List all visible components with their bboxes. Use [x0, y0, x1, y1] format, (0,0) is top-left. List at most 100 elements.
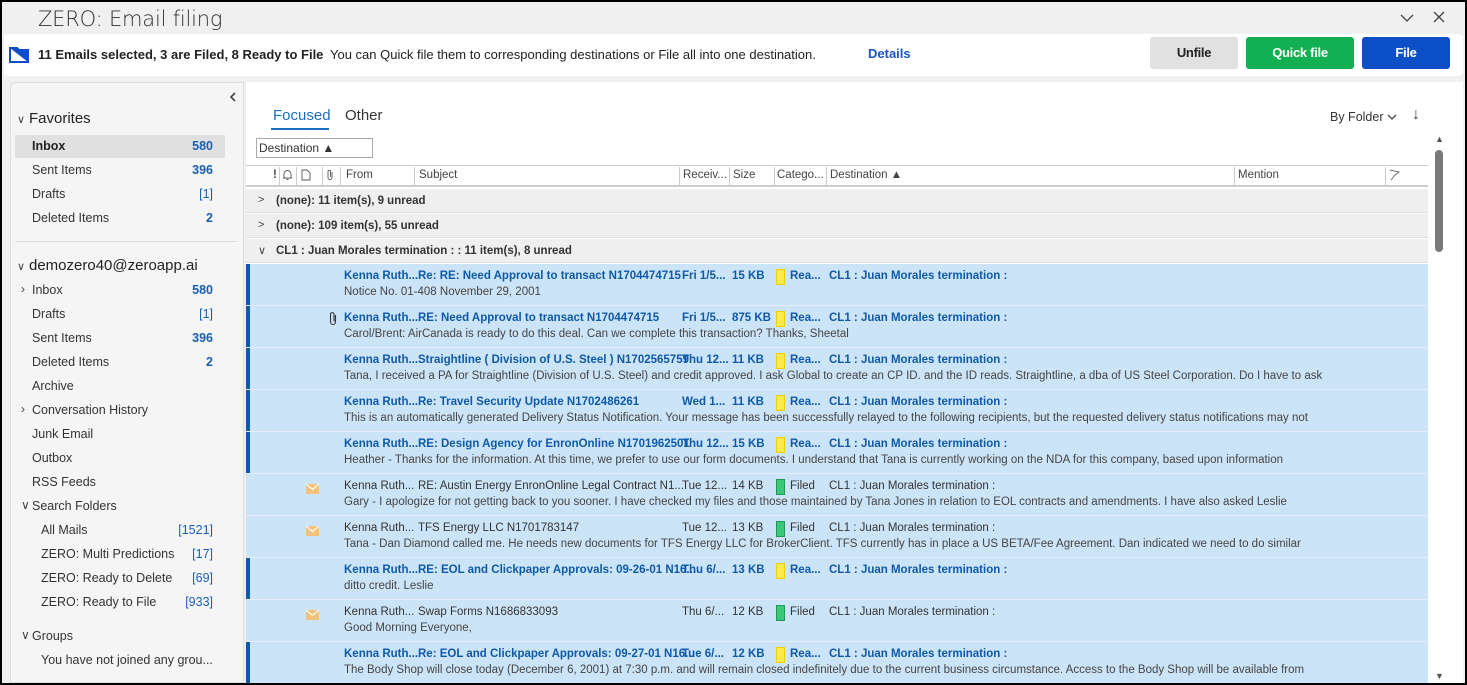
email-row[interactable]: Kenna Ruth... Swap Forms N1686833093 Thu… [246, 600, 1428, 642]
paperclip-icon[interactable] [326, 169, 334, 184]
scrollbar[interactable]: ▲ ▼ [1433, 134, 1445, 683]
sidebar-item-all-mails[interactable]: All Mails [1521] [15, 519, 225, 542]
chevron-right-icon[interactable]: > [258, 219, 264, 231]
file-button[interactable]: File [1362, 37, 1450, 69]
email-subject: Straightline ( Division of U.S. Steel ) … [418, 354, 689, 366]
chevron-down-icon: ∨ [17, 114, 26, 126]
sidebar-item-favorites-sent[interactable]: Sent Items 396 [15, 159, 225, 182]
favorites-header[interactable]: ∨ Favorites [17, 110, 91, 127]
group-row[interactable]: ∨ CL1 : Juan Morales termination : : 11 … [246, 239, 1428, 263]
email-preview: ditto credit. Leslie [344, 580, 434, 592]
sidebar-item-drafts[interactable]: Drafts [1] [15, 303, 225, 326]
email-row[interactable]: Kenna Ruth... Re: EOL and Clickpaper App… [246, 642, 1428, 683]
sidebar-item-conversation-history[interactable]: › Conversation History [15, 399, 225, 422]
email-row[interactable]: Kenna Ruth... TFS Energy LLC N1701783147… [246, 516, 1428, 558]
email-size: 11 KB [732, 354, 764, 366]
email-row[interactable]: Kenna Ruth... Straightline ( Division of… [246, 348, 1428, 390]
email-row[interactable]: Kenna Ruth... Re: Travel Security Update… [246, 390, 1428, 432]
scrollbar-thumb[interactable] [1435, 150, 1443, 252]
sidebar-item-favorites-inbox[interactable]: Inbox 580 [15, 135, 225, 158]
email-row[interactable]: Kenna Ruth... Re: RE: Need Approval to t… [246, 264, 1428, 306]
email-destination: CL1 : Juan Morales termination : [829, 480, 996, 492]
scroll-up-arrow-icon[interactable]: ▲ [1435, 134, 1444, 144]
chevron-left-icon[interactable] [229, 90, 236, 105]
quick-file-button[interactable]: Quick file [1246, 37, 1354, 69]
search-folders-header[interactable]: ∨ Search Folders [15, 495, 225, 518]
email-size: 12 KB [732, 606, 764, 618]
column-separator [729, 167, 730, 185]
sidebar-item-ready-to-delete[interactable]: ZERO: Ready to Delete [69] [15, 567, 225, 590]
sidebar-item-rss-feeds[interactable]: RSS Feeds [15, 471, 225, 494]
sidebar-item-outbox[interactable]: Outbox [15, 447, 225, 470]
subject-column[interactable]: Subject [419, 169, 457, 181]
email-received: Tue 12... [682, 522, 727, 534]
email-preview: Carol/Brent: AirCanada is ready to do th… [344, 328, 849, 340]
email-row[interactable]: Kenna Ruth... RE: Need Approval to trans… [246, 306, 1428, 348]
destination-column[interactable]: Destination ▲ [830, 169, 902, 181]
chevron-down-icon[interactable]: ∨ [258, 244, 266, 257]
category-color-swatch [776, 479, 785, 495]
sidebar-item-deleted-items[interactable]: Deleted Items 2 [15, 351, 225, 374]
email-row[interactable]: Kenna Ruth... RE: Design Agency for Enro… [246, 432, 1428, 474]
email-destination: CL1 : Juan Morales termination : [829, 564, 1008, 576]
email-category: Rea... [790, 396, 821, 408]
chevron-down-icon[interactable] [1398, 10, 1416, 28]
email-size: 15 KB [732, 270, 765, 282]
mention-column[interactable]: Mention [1238, 169, 1279, 181]
sidebar-item-favorites-drafts[interactable]: Drafts [1] [15, 183, 225, 206]
chevron-down-icon [1387, 110, 1397, 124]
email-from: Kenna Ruth... [344, 396, 419, 408]
email-destination: CL1 : Juan Morales termination : [829, 396, 1008, 408]
email-received: Thu 12... [682, 354, 729, 366]
sidebar-item-junk-email[interactable]: Junk Email [15, 423, 225, 446]
email-from: Kenna Ruth... [344, 438, 419, 450]
sidebar-item-sent-items[interactable]: Sent Items 396 [15, 327, 225, 350]
sidebar-item-archive[interactable]: Archive [15, 375, 225, 398]
importance-column[interactable]: ! [273, 169, 277, 181]
sidebar-item-multi-predictions[interactable]: ZERO: Multi Predictions [17] [15, 543, 225, 566]
chevron-right-icon[interactable]: > [258, 194, 264, 206]
category-color-swatch [776, 647, 785, 663]
email-subject: RE: Design Agency for EnronOnline N17019… [418, 438, 690, 450]
email-received: Thu 6/... [682, 606, 725, 618]
column-separator [296, 167, 297, 185]
email-preview: The Body Shop will close today (December… [344, 664, 1305, 676]
group-row[interactable]: > (none): 109 item(s), 55 unread [246, 214, 1428, 238]
sidebar-item-inbox[interactable]: › Inbox 580 [15, 279, 225, 302]
details-link[interactable]: Details [868, 46, 911, 61]
chevron-right-icon[interactable]: › [21, 282, 25, 296]
group-row[interactable]: > (none): 11 item(s), 9 unread [246, 189, 1428, 213]
arrow-down-icon[interactable]: ↓ [1412, 106, 1420, 124]
email-size: 11 KB [732, 396, 764, 408]
email-preview: Tana - Dan Diamond called me. He needs n… [344, 538, 1301, 550]
received-column[interactable]: Receiv... [683, 169, 727, 181]
flag-icon[interactable] [1389, 169, 1401, 184]
sidebar-item-ready-to-file[interactable]: ZERO: Ready to File [933] [15, 591, 225, 614]
email-category: Filed [790, 522, 815, 534]
email-row[interactable]: Kenna Ruth... RE: EOL and Clickpaper App… [246, 558, 1428, 600]
arrange-by-field[interactable]: Destination ▲ [256, 138, 373, 158]
view-by-folder-dropdown[interactable]: By Folder [1330, 110, 1397, 124]
size-column[interactable]: Size [733, 169, 755, 181]
chevron-down-icon[interactable]: ∨ [21, 498, 30, 512]
column-separator [826, 167, 827, 185]
scroll-down-arrow-icon[interactable]: ▼ [1435, 671, 1444, 681]
category-column[interactable]: Catego... [777, 169, 824, 181]
sidebar-item-favorites-deleted[interactable]: Deleted Items 2 [15, 207, 225, 230]
bell-icon[interactable] [282, 169, 293, 184]
email-from: Kenna Ruth... [344, 312, 419, 324]
document-icon[interactable] [301, 169, 311, 184]
tab-other[interactable]: Other [345, 107, 383, 124]
account-header[interactable]: ∨ demozero40@zeroapp.ai [17, 257, 198, 274]
email-from: Kenna Ruth... [344, 522, 415, 534]
email-row[interactable]: Kenna Ruth... RE: Austin Energy EnronOnl… [246, 474, 1428, 516]
chevron-down-icon[interactable]: ∨ [21, 628, 30, 642]
from-column[interactable]: From [346, 169, 373, 181]
groups-header[interactable]: ∨ Groups [15, 625, 225, 648]
chevron-right-icon[interactable]: › [21, 402, 25, 416]
close-icon[interactable] [1430, 10, 1448, 28]
email-preview: Good Morning Everyone, [344, 622, 472, 634]
paperclip-icon [328, 311, 338, 326]
tab-focused[interactable]: Focused [273, 107, 331, 124]
unfile-button[interactable]: Unfile [1150, 37, 1238, 69]
